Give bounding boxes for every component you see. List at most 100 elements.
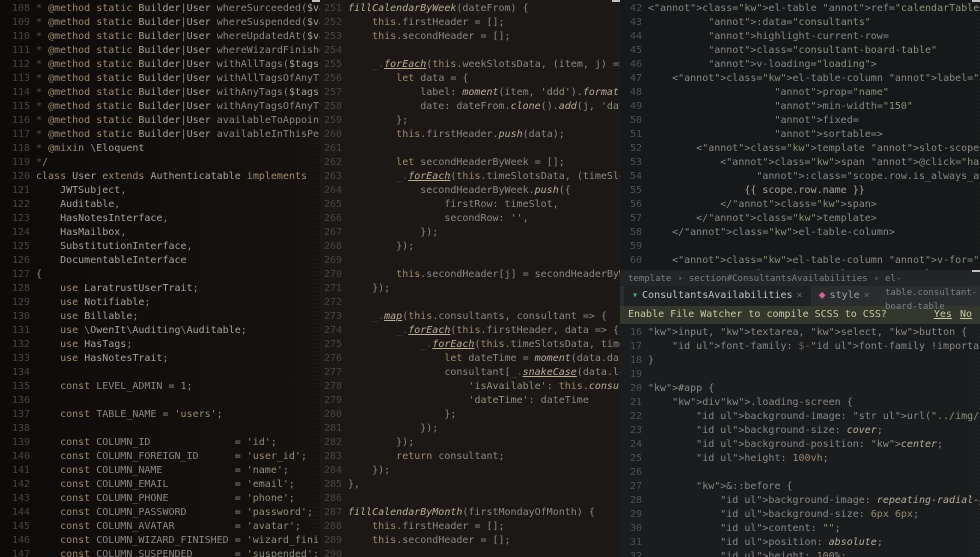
close-icon[interactable]: × <box>864 289 870 303</box>
code-line[interactable]: 43 "annot">:data="consultants" <box>620 16 980 30</box>
code-line[interactable]: 263 _.forEach(this.timeSlotsData, (timeS… <box>320 170 620 184</box>
code-line[interactable]: 255 _.forEach(this.weekSlotsData, (item,… <box>320 58 620 72</box>
code-line[interactable]: 114* @method static Builder|User withAny… <box>8 86 320 100</box>
code-line[interactable]: 281 }); <box>320 422 620 436</box>
code-line[interactable]: 47 <"annot">class="kw">el-table-column "… <box>620 72 980 86</box>
code-line[interactable]: 289 this.secondHeader = []; <box>320 534 620 548</box>
code-line[interactable]: 277 consultant[_.snakeCase(data.label + … <box>320 366 620 380</box>
code-line[interactable]: 110* @method static Builder|User whereUp… <box>8 30 320 44</box>
code-line[interactable]: 109* @method static Builder|User whereSu… <box>8 16 320 30</box>
hint-yes-link[interactable]: Yes <box>934 308 952 322</box>
code-line[interactable]: 24 "id ul">background-position: "kw">cen… <box>620 438 980 452</box>
code-line[interactable]: 254 <box>320 44 620 58</box>
code-line[interactable]: 286 <box>320 492 620 506</box>
code-line[interactable]: 28 "id ul">background-image: repeating-r… <box>620 494 980 508</box>
code-line[interactable]: 26 <box>620 466 980 480</box>
code-line[interactable]: 29 "id ul">background-size: 6px 6px; <box>620 508 980 522</box>
code-line[interactable]: 60 <"annot">class="kw">el-table-column "… <box>620 254 980 268</box>
code-line[interactable]: 125 SubstitutionInterface, <box>8 240 320 254</box>
code-line[interactable]: 287fillCalendarByMonth(firstMondayOfMont… <box>320 506 620 520</box>
close-icon[interactable]: × <box>797 289 803 303</box>
code-line[interactable]: 51 "annot">sortable=> <box>620 128 980 142</box>
editor-pane-center[interactable]: 251fillCalendarByWeek(dateFrom) {252 thi… <box>320 0 620 557</box>
code-line[interactable]: 42<"annot">class="kw">el-table "annot">r… <box>620 2 980 16</box>
code-line[interactable]: 20"kw">#app { <box>620 382 980 396</box>
code-line[interactable]: 285}, <box>320 478 620 492</box>
code-line[interactable]: 138 <box>8 422 320 436</box>
code-line[interactable]: 145 const COLUMN_AVATAR = 'avatar'; <box>8 520 320 534</box>
code-line[interactable]: 120class User extends Authenticatable im… <box>8 170 320 184</box>
code-line[interactable]: 275 _.forEach(this.timeSlotsData, timeSl… <box>320 338 620 352</box>
editor-pane-right-top[interactable]: 42<"annot">class="kw">el-table "annot">r… <box>620 0 980 270</box>
code-line[interactable]: 280 }; <box>320 408 620 422</box>
code-line[interactable]: 140 const COLUMN_FOREIGN_ID = 'user_id'; <box>8 450 320 464</box>
code-line[interactable]: 116* @method static Builder|User availab… <box>8 114 320 128</box>
code-block-scss[interactable]: 16"kw">input, "kw">textarea, "kw">select… <box>620 324 980 557</box>
code-line[interactable]: 262 let secondHeaderByWeek = []; <box>320 156 620 170</box>
code-line[interactable]: 21 "kw">div"kw">.loading-screen { <box>620 396 980 410</box>
code-line[interactable]: 134 <box>8 366 320 380</box>
code-line[interactable]: 119*/ <box>8 156 320 170</box>
code-line[interactable]: 288 this.firstHeader = []; <box>320 520 620 534</box>
code-line[interactable]: 274 _.forEach(this.firstHeader, data => … <box>320 324 620 338</box>
code-line[interactable]: 290 <box>320 548 620 557</box>
code-line[interactable]: 54 "annot">:class="scope.row.is_always_a… <box>620 170 980 184</box>
code-line[interactable]: 30 "id ul">content: ""; <box>620 522 980 536</box>
code-line[interactable]: 115* @method static Builder|User withAny… <box>8 100 320 114</box>
code-line[interactable]: 270 this.secondHeader[j] = secondHeaderB… <box>320 268 620 282</box>
breadcrumb-segment[interactable]: el-table.consultant-board-table <box>885 272 977 284</box>
code-line[interactable]: 27 "kw">&::before { <box>620 480 980 494</box>
editor-pane-right-bottom[interactable]: template› section#ConsultantsAvailabilit… <box>620 270 980 557</box>
code-line[interactable]: 131 use \OwenIt\Auditing\Auditable; <box>8 324 320 338</box>
code-line[interactable]: 282 }); <box>320 436 620 450</box>
code-line[interactable]: 130 use Billable; <box>8 310 320 324</box>
code-line[interactable]: 111* @method static Builder|User whereWi… <box>8 44 320 58</box>
code-line[interactable]: 19 <box>620 368 980 382</box>
code-line[interactable]: 126 DocumentableInterface <box>8 254 320 268</box>
code-line[interactable]: 122 Auditable, <box>8 198 320 212</box>
code-block-js[interactable]: 251fillCalendarByWeek(dateFrom) {252 thi… <box>320 0 620 557</box>
code-line[interactable]: 147 const COLUMN_SUSPENDED = 'suspended'… <box>8 548 320 557</box>
code-line[interactable]: 124 HasMailbox, <box>8 226 320 240</box>
code-line[interactable]: 118* @mixin \Eloquent <box>8 142 320 156</box>
code-line[interactable]: 284 }); <box>320 464 620 478</box>
code-line[interactable]: 279 'dateTime': dateTime <box>320 394 620 408</box>
code-line[interactable]: 58 </"annot">class="kw">el-table-column> <box>620 226 980 240</box>
breadcrumb-segment[interactable]: section#ConsultantsAvailabilities <box>689 272 868 284</box>
minimap[interactable] <box>610 0 620 557</box>
code-line[interactable]: 113* @method static Builder|User withAll… <box>8 72 320 86</box>
code-line[interactable]: 259 }; <box>320 114 620 128</box>
code-line[interactable]: 123 HasNotesInterface, <box>8 212 320 226</box>
code-line[interactable]: 121 JWTSubject, <box>8 184 320 198</box>
code-line[interactable]: 144 const COLUMN_PASSWORD = 'password'; <box>8 506 320 520</box>
code-line[interactable]: 143 const COLUMN_PHONE = 'phone'; <box>8 492 320 506</box>
code-line[interactable]: 44 "annot">highlight-current-row= <box>620 30 980 44</box>
code-line[interactable]: 129 use Notifiable; <box>8 296 320 310</box>
code-line[interactable]: 273 _.map(this.consultants, consultant =… <box>320 310 620 324</box>
tab-consultants[interactable]: ▾ ConsultantsAvailabilities × <box>624 286 811 306</box>
code-line[interactable]: 45 "annot">class="consultant-board-table… <box>620 44 980 58</box>
breadcrumb[interactable]: template› section#ConsultantsAvailabilit… <box>620 270 980 286</box>
code-line[interactable]: 271 }); <box>320 282 620 296</box>
code-line[interactable]: 132 use HasTags; <box>8 338 320 352</box>
code-line[interactable]: 272 <box>320 296 620 310</box>
code-line[interactable]: 55 {{ scope.row.name }} <box>620 184 980 198</box>
code-line[interactable]: 139 const COLUMN_ID = 'id'; <box>8 436 320 450</box>
tab-style[interactable]: ⬥ style × <box>811 286 878 306</box>
code-line[interactable]: 32 "id ul">height: 100%; <box>620 550 980 557</box>
code-line[interactable]: 265 firstRow: timeSlot, <box>320 198 620 212</box>
editor-pane-left[interactable]: 108* @method static Builder|User whereSu… <box>0 0 320 557</box>
code-line[interactable]: 258 date: dateFrom.clone().add(j, 'days'… <box>320 100 620 114</box>
code-line[interactable]: 17 "id ul">font-family: $-"id ul">font-f… <box>620 340 980 354</box>
code-line[interactable]: 251fillCalendarByWeek(dateFrom) { <box>320 2 620 16</box>
code-line[interactable]: 117* @method static Builder|User availab… <box>8 128 320 142</box>
code-line[interactable]: 283 return consultant; <box>320 450 620 464</box>
code-line[interactable]: 268 }); <box>320 240 620 254</box>
code-line[interactable]: 31 "id ul">position: absolute; <box>620 536 980 550</box>
code-line[interactable]: 278 'isAvailable': this.consultantIsAvai… <box>320 380 620 394</box>
code-line[interactable]: 112* @method static Builder|User withAll… <box>8 58 320 72</box>
code-line[interactable]: 276 let dateTime = moment(data.date + ' … <box>320 352 620 366</box>
minimap[interactable] <box>310 0 320 557</box>
code-line[interactable]: 135 const LEVEL_ADMIN = 1; <box>8 380 320 394</box>
code-line[interactable]: 16"kw">input, "kw">textarea, "kw">select… <box>620 326 980 340</box>
